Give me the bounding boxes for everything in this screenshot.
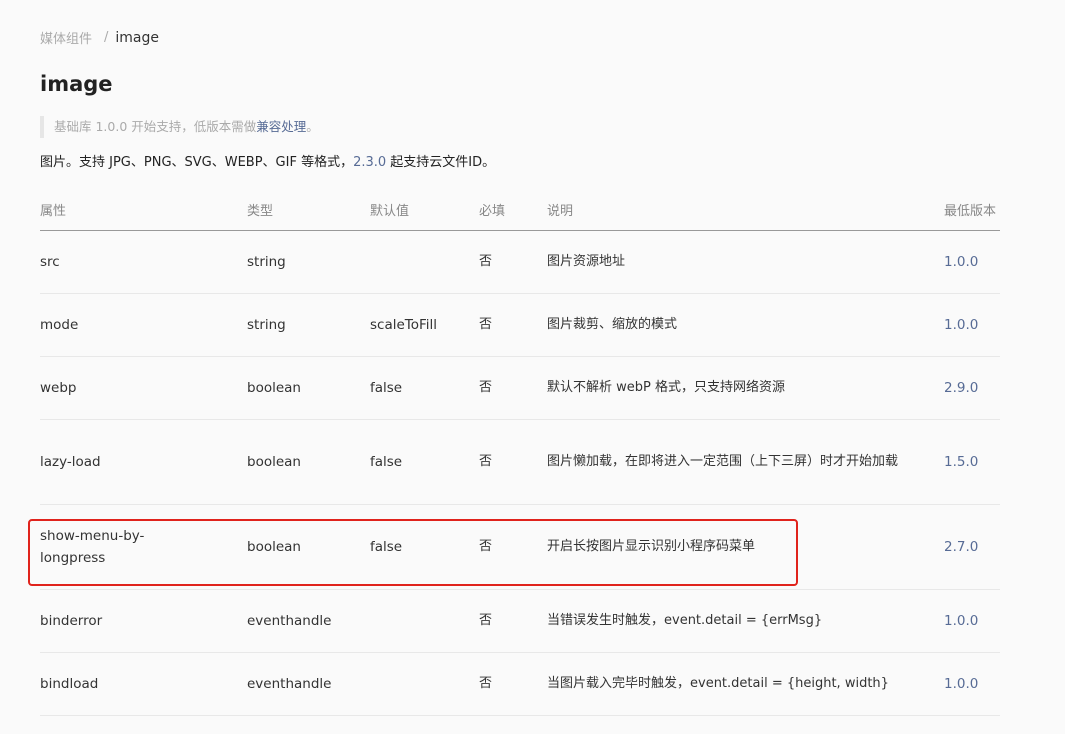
desc-prefix: 图片。支持 JPG、PNG、SVG、WEBP、GIF 等格式， <box>40 155 354 170</box>
tip-suffix: 。 <box>306 119 319 134</box>
attributes-table: 属性 类型 默认值 必填 说明 最低版本 src string 否 图片资源地址… <box>40 188 1000 716</box>
cell-type: eventhandle <box>247 652 370 716</box>
cell-default <box>370 589 479 653</box>
cell-min-version[interactable]: 1.0.0 <box>944 652 1000 716</box>
table-row: lazy-load boolean false 否 图片懒加载，在即将进入一定范… <box>40 419 1000 505</box>
cell-desc: 图片裁剪、缩放的模式 <box>547 293 944 357</box>
cell-type: boolean <box>247 356 370 420</box>
header-attr: 属性 <box>40 188 247 231</box>
cell-default: false <box>370 356 479 420</box>
breadcrumb-parent-link[interactable]: 媒体组件 <box>40 28 92 47</box>
cell-required: 否 <box>479 293 547 357</box>
cell-min-version[interactable]: 1.0.0 <box>944 230 1000 294</box>
tip-prefix: 基础库 1.0.0 开始支持，低版本需做 <box>54 119 257 134</box>
cell-required: 否 <box>479 230 547 294</box>
cell-required: 否 <box>479 589 547 653</box>
cell-default: false <box>370 419 479 505</box>
component-description: 图片。支持 JPG、PNG、SVG、WEBP、GIF 等格式，2.3.0 起支持… <box>40 152 495 174</box>
table-row: webp boolean false 否 默认不解析 webP 格式，只支持网络… <box>40 356 1000 420</box>
table-row: mode string scaleToFill 否 图片裁剪、缩放的模式 1.0… <box>40 293 1000 357</box>
header-default: 默认值 <box>370 188 479 231</box>
cell-required: 否 <box>479 356 547 420</box>
table-row: binderror eventhandle 否 当错误发生时触发，event.d… <box>40 589 1000 653</box>
cell-min-version[interactable]: 2.9.0 <box>944 356 1000 420</box>
cell-default: scaleToFill <box>370 293 479 357</box>
cell-desc: 图片懒加载，在即将进入一定范围（上下三屏）时才开始加载 <box>547 419 944 505</box>
cell-min-version[interactable]: 1.0.0 <box>944 589 1000 653</box>
header-type: 类型 <box>247 188 370 231</box>
compat-link[interactable]: 兼容处理 <box>256 119 306 134</box>
table-header-row: 属性 类型 默认值 必填 说明 最低版本 <box>40 188 1000 231</box>
cell-default <box>370 230 479 294</box>
cell-attr: lazy-load <box>40 419 247 505</box>
desc-suffix: 起支持云文件ID。 <box>386 155 496 170</box>
cell-attr: mode <box>40 293 247 357</box>
cell-desc: 图片资源地址 <box>547 230 944 294</box>
cell-type: boolean <box>247 419 370 505</box>
breadcrumb-current: image <box>115 29 160 46</box>
doc-page: 媒体组件 / image image 基础库 1.0.0 开始支持，低版本需做兼… <box>0 0 1065 734</box>
cell-attr: bindload <box>40 652 247 716</box>
breadcrumb-separator: / <box>104 30 109 45</box>
header-required: 必填 <box>479 188 547 231</box>
desc-version-link[interactable]: 2.3.0 <box>353 155 386 170</box>
table-row-highlighted: show-menu-by-longpress boolean false 否 开… <box>40 504 1000 590</box>
table-row: bindload eventhandle 否 当图片载入完毕时触发，event.… <box>40 652 1000 716</box>
cell-required: 否 <box>479 504 547 590</box>
cell-attr: binderror <box>40 589 247 653</box>
table-row: src string 否 图片资源地址 1.0.0 <box>40 230 1000 294</box>
cell-default: false <box>370 504 479 590</box>
cell-required: 否 <box>479 419 547 505</box>
cell-min-version[interactable]: 1.5.0 <box>944 419 1000 505</box>
cell-min-version[interactable]: 1.0.0 <box>944 293 1000 357</box>
cell-type: eventhandle <box>247 589 370 653</box>
cell-desc: 当错误发生时触发，event.detail = {errMsg} <box>547 589 944 653</box>
page-title: image <box>40 72 113 96</box>
cell-desc: 开启长按图片显示识别小程序码菜单 <box>547 504 944 590</box>
cell-default <box>370 652 479 716</box>
cell-type: string <box>247 293 370 357</box>
cell-type: string <box>247 230 370 294</box>
cell-desc: 当图片载入完毕时触发，event.detail = {height, width… <box>547 652 944 716</box>
cell-required: 否 <box>479 652 547 716</box>
breadcrumb: 媒体组件 / image <box>40 28 160 48</box>
cell-type: boolean <box>247 504 370 590</box>
cell-attr: src <box>40 230 247 294</box>
cell-desc: 默认不解析 webP 格式，只支持网络资源 <box>547 356 944 420</box>
cell-attr: webp <box>40 356 247 420</box>
support-tip: 基础库 1.0.0 开始支持，低版本需做兼容处理。 <box>40 116 319 138</box>
header-desc: 说明 <box>547 188 944 231</box>
cell-attr: show-menu-by-longpress <box>40 504 247 590</box>
header-min-version: 最低版本 <box>944 188 1000 231</box>
cell-min-version[interactable]: 2.7.0 <box>944 504 1000 590</box>
